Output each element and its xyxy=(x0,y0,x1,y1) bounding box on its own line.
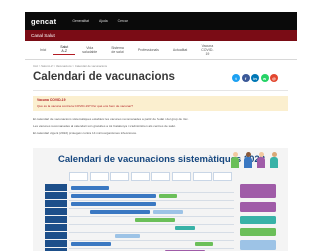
column-header xyxy=(192,172,212,181)
top-nav-item[interactable]: Cercar xyxy=(118,19,128,23)
person-figure xyxy=(230,152,240,168)
site-name-bar: Canal Salut xyxy=(25,30,297,41)
intro-paragraph: Les vacunes recomanades al calendari són… xyxy=(33,124,176,128)
whatsapp-icon[interactable]: w xyxy=(260,74,269,82)
email-icon[interactable]: @ xyxy=(270,74,278,82)
vaccine-bar xyxy=(195,241,213,246)
gencat-logo[interactable]: gencat xyxy=(31,17,56,26)
side-vaccine-box xyxy=(240,184,276,198)
top-nav: Generalitat Ajuda Cercar xyxy=(72,19,127,23)
twitter-icon[interactable]: t xyxy=(232,74,240,82)
vaccine-bar xyxy=(90,209,150,214)
age-row-label xyxy=(45,224,67,231)
age-row-label xyxy=(45,184,67,191)
linkedin-icon[interactable]: in xyxy=(251,74,259,82)
column-header xyxy=(172,172,191,181)
main-navigation: Inici Salut A-Z Vida saludable Sistema d… xyxy=(25,41,297,60)
nav-item-salut-a-z[interactable]: Salut A-Z xyxy=(53,45,76,55)
page-title: Calendari de vacunacions xyxy=(33,71,175,83)
site-name[interactable]: Canal Salut xyxy=(31,33,55,38)
age-row-label xyxy=(45,240,67,247)
vaccine-bar xyxy=(135,217,175,222)
social-share-bar: t f in w @ xyxy=(232,74,278,82)
covid-alert-box: Vacuna COVID-19 Què és la vacuna contra … xyxy=(33,96,288,111)
age-row-label xyxy=(45,192,67,199)
alert-title[interactable]: Vacuna COVID-19 xyxy=(37,98,284,102)
side-vaccine-box xyxy=(240,202,276,212)
vaccination-calendar-infographic[interactable]: Calendari de vacunacions sistemàtiques 2… xyxy=(33,148,288,251)
top-nav-item[interactable]: Ajuda xyxy=(99,19,108,23)
vaccine-bar xyxy=(71,193,156,198)
column-header xyxy=(213,172,233,181)
side-vaccine-box xyxy=(240,216,276,224)
person-figure xyxy=(256,152,266,168)
person-figure xyxy=(269,152,279,168)
nav-item-inici[interactable]: Inici xyxy=(33,48,53,52)
nav-item-professionals[interactable]: Professionals xyxy=(131,48,166,52)
vaccine-bar xyxy=(71,241,111,246)
vaccine-bar xyxy=(153,209,183,214)
facebook-icon[interactable]: f xyxy=(241,74,250,82)
calendar-grid xyxy=(45,172,277,251)
nav-item-vacuna-covid[interactable]: Vacuna COVID- 19 xyxy=(194,44,220,56)
intro-paragraph: El calendari vigent (2022) protegeix con… xyxy=(33,131,137,135)
vaccine-bar xyxy=(71,185,109,190)
vaccine-bar xyxy=(115,233,140,238)
side-vaccine-box xyxy=(240,228,276,236)
column-header xyxy=(110,172,130,181)
column-header xyxy=(151,172,171,181)
nav-item-actualitat[interactable]: Actualitat xyxy=(166,48,194,52)
age-row-label xyxy=(45,232,67,239)
vaccine-bar xyxy=(71,201,156,206)
person-figure xyxy=(243,152,253,168)
nav-item-vida-saludable[interactable]: Vida saludable xyxy=(75,46,104,54)
age-row-label xyxy=(45,208,67,215)
age-row-label xyxy=(45,200,67,207)
column-header xyxy=(69,172,88,181)
side-vaccine-box xyxy=(240,240,276,250)
alert-link[interactable]: Què és la vacuna contra la COVID-19? Per… xyxy=(37,104,284,108)
vaccine-bar xyxy=(175,225,195,230)
nav-item-sistema-de-salut[interactable]: Sistema de salut xyxy=(104,46,131,54)
vaccine-bar xyxy=(159,193,177,198)
intro-paragraph: El calendari de vacunacions sistemàtique… xyxy=(33,117,189,121)
top-header-bar: gencat Generalitat Ajuda Cercar xyxy=(25,12,297,30)
column-header xyxy=(89,172,109,181)
people-illustration xyxy=(230,152,279,168)
top-nav-item[interactable]: Generalitat xyxy=(72,19,89,23)
divider xyxy=(33,90,288,91)
age-row-label xyxy=(45,216,67,223)
column-header xyxy=(130,172,150,181)
breadcrumb[interactable]: Inici > Salut A-Z > Vacunacions > Calend… xyxy=(33,64,253,68)
